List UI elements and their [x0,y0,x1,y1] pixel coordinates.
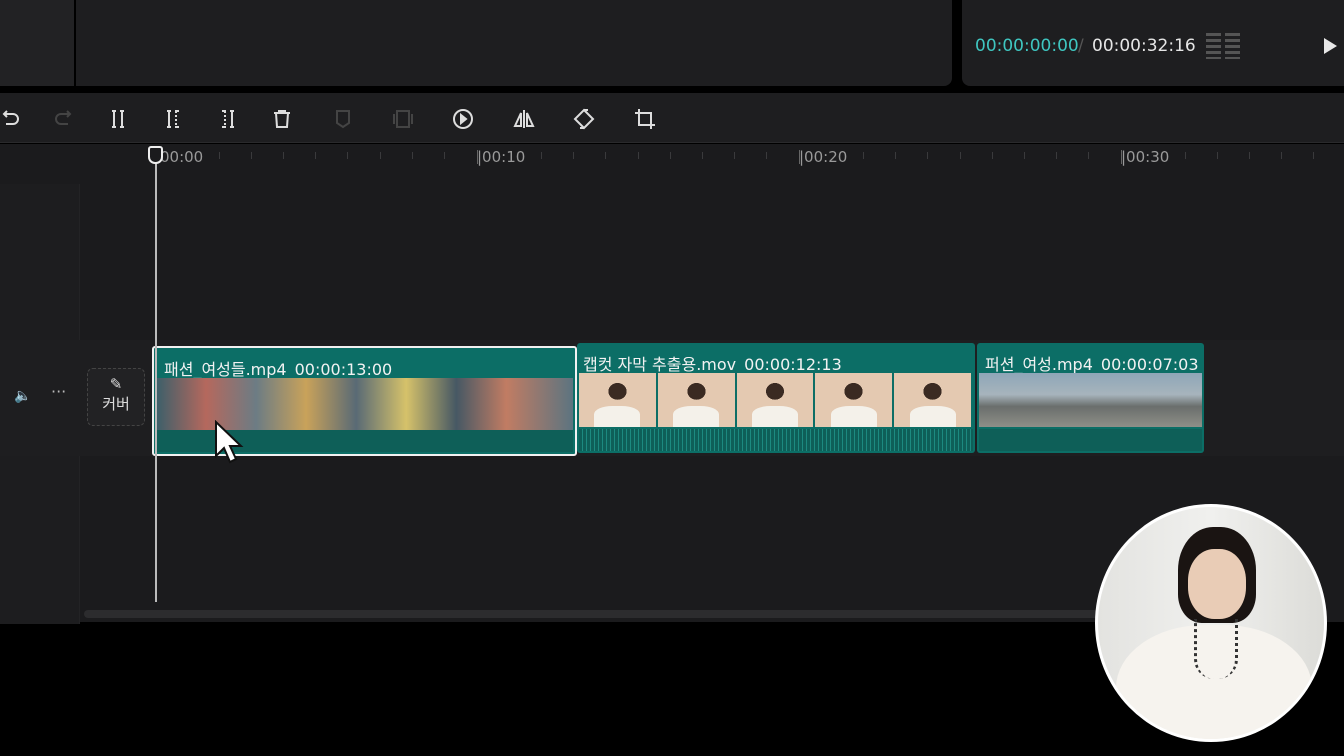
mirror-icon[interactable] [512,107,536,131]
timecode-separator: / [1078,36,1084,56]
play-icon[interactable] [1324,38,1337,54]
clip-2-audio [579,429,973,451]
volume-icon[interactable]: 🔈 [14,388,31,404]
pencil-icon: ✎ [109,375,123,393]
ruler-label-0: 00:00 [160,148,204,166]
clip-2-name: 캡컷 자막 추출용.mov 00:00:12:13 [583,355,842,374]
timeline-ruler[interactable]: 00:00 |00:10 |00:20 |00:30 [0,144,1344,178]
split-right-icon[interactable] [216,107,240,131]
ruler-label-10: |00:10 [477,148,526,166]
mark-icon[interactable] [331,107,355,131]
delete-icon[interactable] [270,107,294,131]
freeze-icon[interactable] [391,107,415,131]
clip-3-name: 퍼션_여성.mp4 00:00:07:03 [985,355,1199,374]
timeline-scrollbar[interactable] [84,610,1104,618]
crop-icon[interactable] [633,107,657,131]
media-panel [76,0,952,86]
player-controls: 00:00:00:00 / 00:00:32:16 [962,0,1344,86]
more-options-icon[interactable]: ··· [51,382,66,401]
total-timecode: 00:00:32:16 [1092,36,1196,56]
undo-icon[interactable] [0,107,22,131]
top-left-panel [0,0,74,86]
rotate-icon[interactable] [572,107,596,131]
playhead-handle[interactable] [148,146,163,164]
clip-3-audio [979,429,1202,451]
split-left-icon[interactable] [161,107,185,131]
split-icon[interactable] [106,107,130,131]
clip-1-name: 패션_여성들.mp4 00:00:13:00 [164,360,393,379]
clip-2[interactable]: 캡컷 자막 추출용.mov 00:00:12:13 [577,343,975,453]
cover-button[interactable]: ✎ 커버 [87,368,145,426]
clip-2-thumbnails [579,373,973,427]
layout-icon[interactable] [1206,33,1240,59]
cover-label: 커버 [102,395,130,413]
playhead[interactable] [155,162,157,602]
clip-3[interactable]: 퍼션_여성.mp4 00:00:07:03 [977,343,1204,453]
ruler-label-30: |00:30 [1121,148,1170,166]
timeline-toolbar [0,93,1344,143]
clip-3-thumbnails [979,373,1202,427]
webcam-overlay [1095,504,1327,742]
redo-icon[interactable] [52,107,76,131]
current-timecode: 00:00:00:00 [975,36,1079,56]
ruler-label-20: |00:20 [799,148,848,166]
reverse-icon[interactable] [451,107,475,131]
